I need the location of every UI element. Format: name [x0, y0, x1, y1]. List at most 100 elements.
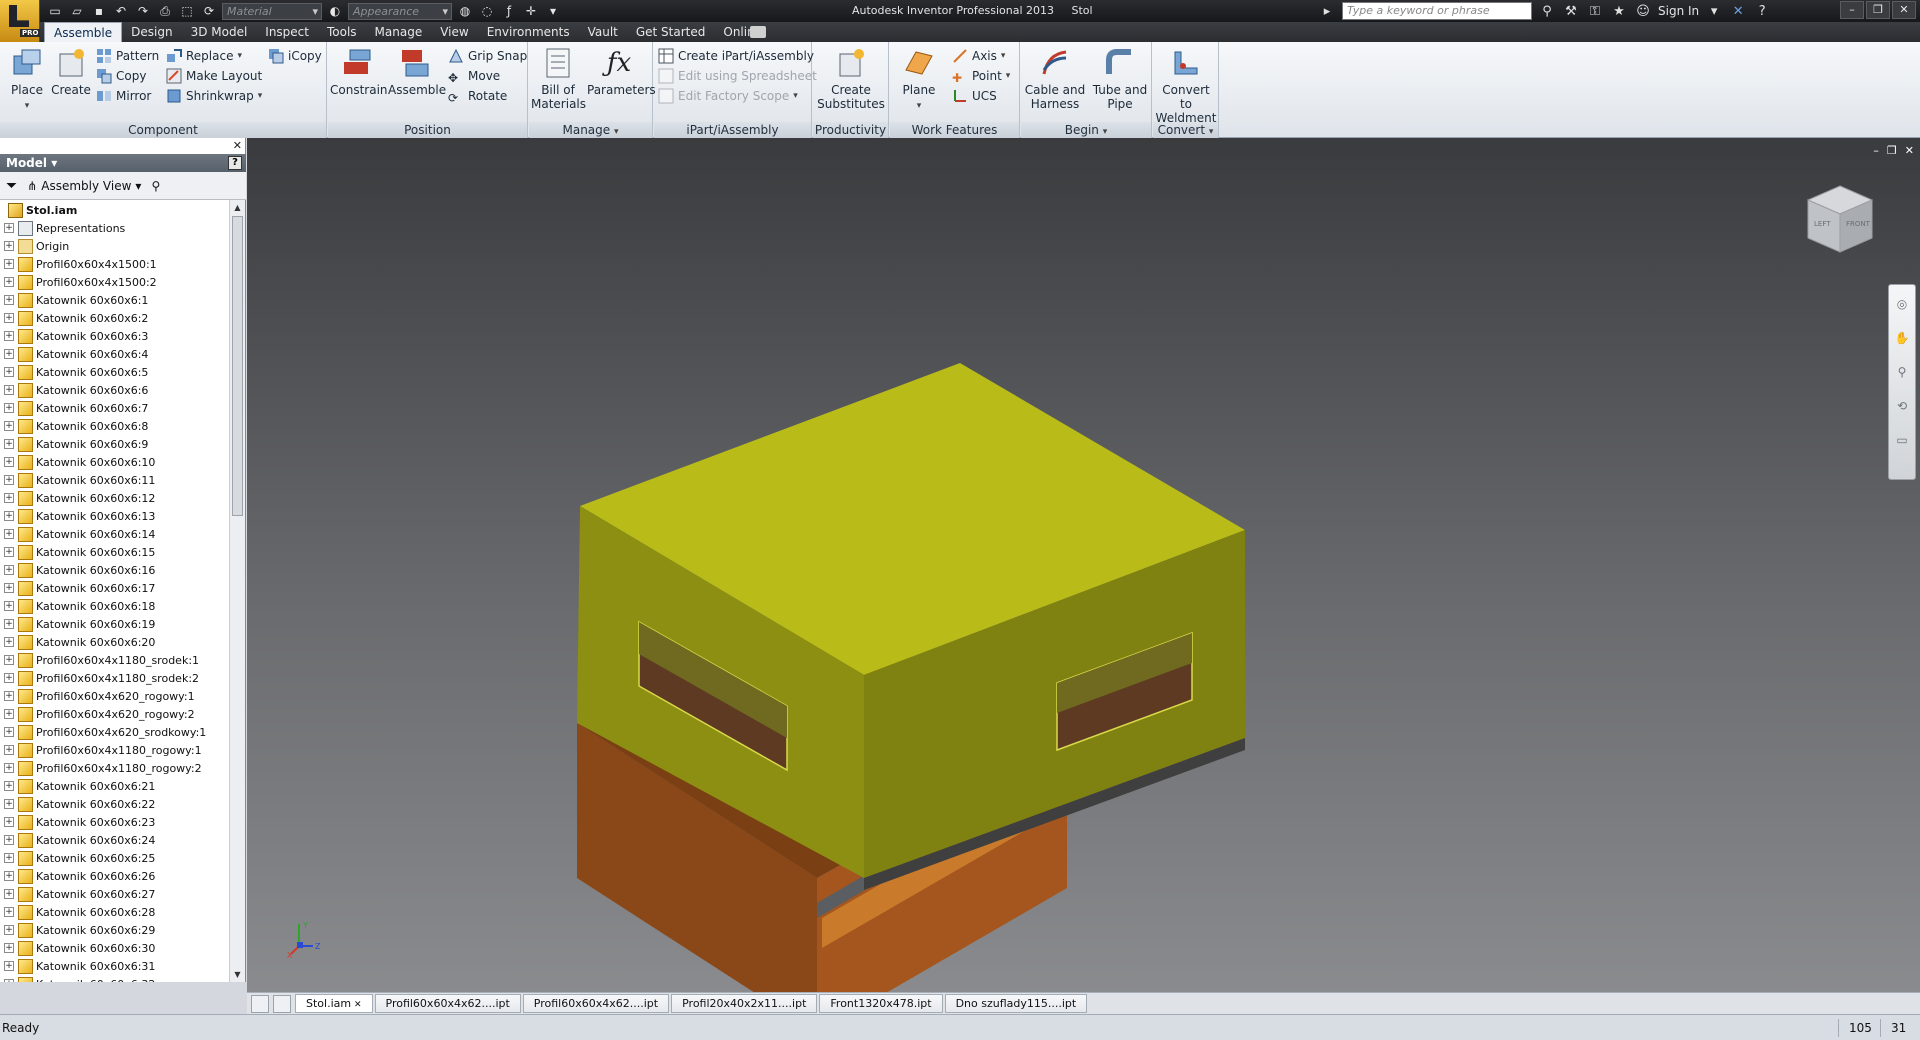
expand-icon[interactable]: +: [4, 925, 14, 935]
filter-icon[interactable]: ⏷: [6, 178, 17, 194]
open-folder-icon[interactable]: ▱: [68, 3, 86, 19]
icopy-button[interactable]: iCopy: [268, 46, 322, 66]
expand-icon[interactable]: +: [4, 547, 14, 557]
expand-icon[interactable]: +: [4, 655, 14, 665]
look-at-icon[interactable]: ▭: [1893, 431, 1911, 449]
tube-pipe-button[interactable]: Tube and Pipe: [1089, 46, 1151, 111]
binoculars-icon[interactable]: ⚲: [1538, 4, 1556, 19]
expand-icon[interactable]: +: [4, 835, 14, 845]
expand-icon[interactable]: +: [4, 349, 14, 359]
create-ipart-button[interactable]: Create iPart/iAssembly: [658, 46, 814, 66]
tree-item[interactable]: + Profil60x60x4x620_srodkowy:1: [0, 723, 228, 741]
tree-item[interactable]: + Profil60x60x4x620_rogowy:2: [0, 705, 228, 723]
tab-3d-model[interactable]: 3D Model: [182, 22, 257, 42]
document-tab[interactable]: Front1320x478.ipt: [819, 994, 943, 1013]
chevron-down-icon[interactable]: ▾: [1103, 127, 1108, 137]
cascade-windows-icon[interactable]: [273, 994, 291, 1013]
tree-item[interactable]: + Katownik 60x60x6:7: [0, 399, 228, 417]
make-layout-button[interactable]: Make Layout: [166, 66, 262, 86]
search-input[interactable]: Type a keyword or phrase: [1342, 2, 1532, 20]
sign-in-button[interactable]: Sign In: [1658, 4, 1699, 18]
save-icon[interactable]: ▪: [90, 3, 108, 19]
tree-item[interactable]: + Katownik 60x60x6:11: [0, 471, 228, 489]
close-icon[interactable]: ✕: [351, 1000, 362, 1010]
expand-icon[interactable]: +: [4, 673, 14, 683]
tree-item[interactable]: + Katownik 60x60x6:20: [0, 633, 228, 651]
expand-icon[interactable]: +: [4, 259, 14, 269]
material-combo[interactable]: Material: [222, 2, 322, 20]
tree-item[interactable]: + Katownik 60x60x6:3: [0, 327, 228, 345]
tab-get-started[interactable]: Get Started: [627, 22, 715, 42]
tree-item[interactable]: + Origin: [0, 237, 228, 255]
help-icon[interactable]: ?: [228, 156, 242, 170]
tree-item[interactable]: + Katownik 60x60x6:10: [0, 453, 228, 471]
expand-icon[interactable]: +: [4, 277, 14, 287]
tree-item[interactable]: + Katownik 60x60x6:16: [0, 561, 228, 579]
tab-tools[interactable]: Tools: [318, 22, 366, 42]
customize-qat-icon[interactable]: ▾: [544, 3, 562, 19]
shrinkwrap-button[interactable]: Shrinkwrap ▾: [166, 86, 262, 106]
document-tab[interactable]: Profil60x60x4x62....ipt: [374, 994, 521, 1013]
redo-icon[interactable]: ↷: [134, 3, 152, 19]
expand-icon[interactable]: +: [4, 439, 14, 449]
expand-icon[interactable]: +: [4, 565, 14, 575]
assemble-button[interactable]: Assemble: [388, 46, 446, 97]
tree-item[interactable]: + Katownik 60x60x6:19: [0, 615, 228, 633]
chevron-down-icon[interactable]: ▾: [1705, 4, 1723, 19]
constrain-button[interactable]: Constrain: [330, 46, 388, 97]
appearance-combo[interactable]: Appearance: [348, 2, 452, 20]
new-file-icon[interactable]: ▭: [46, 3, 64, 19]
replace-button[interactable]: Replace ▾: [166, 46, 242, 66]
browser-scrollbar[interactable]: ▲ ▼: [229, 200, 245, 982]
edit-spreadsheet-button[interactable]: Edit using Spreadsheet: [658, 66, 817, 86]
tree-item[interactable]: + Profil60x60x4x1500:1: [0, 255, 228, 273]
expand-icon[interactable]: +: [4, 385, 14, 395]
ucs-button[interactable]: UCS: [952, 86, 997, 106]
tree-item[interactable]: + Katownik 60x60x6:25: [0, 849, 228, 867]
move-button[interactable]: ✥ Move: [448, 66, 500, 86]
cable-harness-button[interactable]: Cable and Harness: [1023, 46, 1087, 111]
tools-icon[interactable]: ⚒: [1562, 4, 1580, 19]
scroll-down-icon[interactable]: ▼: [230, 967, 245, 982]
create-button[interactable]: Create: [44, 46, 98, 97]
tree-item[interactable]: + Katownik 60x60x6:13: [0, 507, 228, 525]
expand-icon[interactable]: +: [4, 979, 14, 982]
tree-item[interactable]: + Katownik 60x60x6:17: [0, 579, 228, 597]
tree-item[interactable]: + Katownik 60x60x6:14: [0, 525, 228, 543]
undo-icon[interactable]: ↶: [112, 3, 130, 19]
document-tab[interactable]: Profil60x60x4x62....ipt: [522, 994, 670, 1013]
expand-icon[interactable]: +: [4, 313, 14, 323]
tree-item[interactable]: + Katownik 60x60x6:12: [0, 489, 228, 507]
tree-item[interactable]: + Profil60x60x4x620_rogowy:1: [0, 687, 228, 705]
chevron-down-icon[interactable]: ▾: [1209, 127, 1214, 137]
print-icon[interactable]: ⎙: [156, 3, 174, 19]
tree-item[interactable]: + Katownik 60x60x6:27: [0, 885, 228, 903]
expand-icon[interactable]: +: [4, 367, 14, 377]
edit-factory-scope-button[interactable]: Edit Factory Scope ▾: [658, 86, 798, 106]
application-menu-button[interactable]: PRO: [0, 0, 41, 42]
expand-icon[interactable]: +: [4, 763, 14, 773]
expand-icon[interactable]: +: [4, 295, 14, 305]
tree-item[interactable]: + Katownik 60x60x6:9: [0, 435, 228, 453]
steering-wheel-icon[interactable]: ◎: [1893, 295, 1911, 313]
zoom-icon[interactable]: ⚲: [1893, 363, 1911, 381]
tree-item[interactable]: + Katownik 60x60x6:6: [0, 381, 228, 399]
convert-weldment-button[interactable]: Convert to Weldment: [1155, 46, 1217, 125]
exchange-icon[interactable]: ✕: [1729, 4, 1747, 19]
tree-item[interactable]: + Katownik 60x60x6:22: [0, 795, 228, 813]
update-icon[interactable]: ⟳: [200, 3, 218, 19]
tab-environments[interactable]: Environments: [478, 22, 579, 42]
star-icon[interactable]: ★: [1610, 4, 1628, 19]
tree-item[interactable]: + Katownik 60x60x6:32: [0, 975, 228, 982]
tree-item[interactable]: + Katownik 60x60x6:23: [0, 813, 228, 831]
expand-icon[interactable]: +: [4, 637, 14, 647]
expand-icon[interactable]: +: [4, 457, 14, 467]
adjust-appearance-icon[interactable]: ◍: [456, 3, 474, 19]
tree-item[interactable]: + Profil60x60x4x1180_srodek:2: [0, 669, 228, 687]
expand-icon[interactable]: +: [4, 403, 14, 413]
axis-button[interactable]: Axis ▾: [952, 46, 1005, 66]
expand-icon[interactable]: +: [4, 511, 14, 521]
tree-root[interactable]: Stol.iam: [0, 201, 228, 219]
scroll-thumb[interactable]: [232, 216, 243, 516]
binoculars-icon[interactable]: ⚲: [151, 179, 160, 193]
